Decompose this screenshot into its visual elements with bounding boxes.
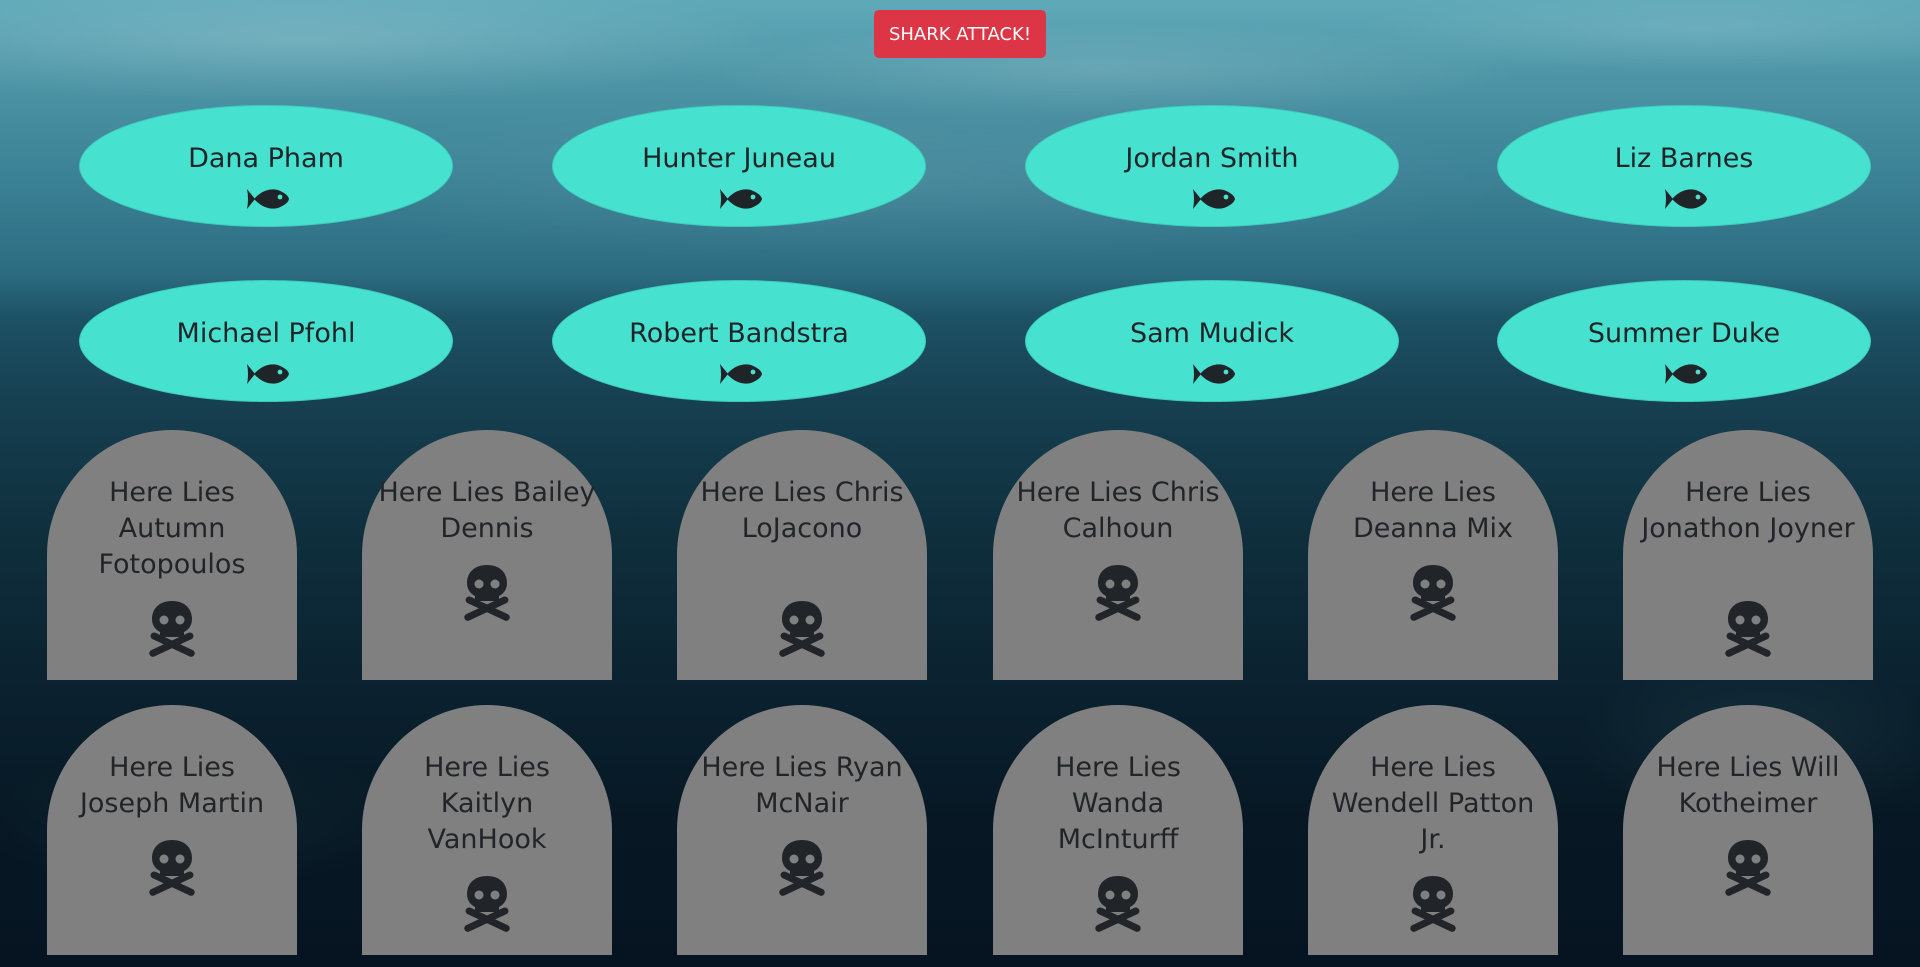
fish-name: Dana Pham	[188, 143, 344, 174]
fish-name: Hunter Juneau	[642, 143, 836, 174]
fish-name: Michael Pfohl	[176, 318, 356, 349]
tombstone: Here Lies Jonathon Joyner	[1623, 430, 1873, 680]
fish-card[interactable]: Summer Duke	[1497, 280, 1871, 402]
fish-name: Robert Bandstra	[629, 318, 849, 349]
fish-icon	[1193, 189, 1235, 209]
fish-name: Jordan Smith	[1125, 143, 1299, 174]
fish-name: Sam Mudick	[1129, 318, 1295, 349]
fish-card[interactable]: Sam Mudick	[1025, 280, 1399, 402]
shark-attack-button[interactable]: SHARK ATTACK!	[874, 10, 1046, 58]
tombstone-epitaph: Here Lies Chris LoJacono	[700, 477, 904, 544]
tombstone-epitaph: Here Lies Jonathon Joyner	[1641, 477, 1855, 544]
tombstone: Here Lies Ryan McNair	[677, 705, 927, 955]
fish-name: Summer Duke	[1587, 318, 1781, 349]
tombstone-epitaph: Here Lies Deanna Mix	[1352, 477, 1514, 544]
tombstone-epitaph: Here Lies Wanda McInturff	[1055, 752, 1181, 855]
skull-crossbones-icon	[779, 840, 825, 896]
tombstone: Here Lies Will Kotheimer	[1623, 705, 1873, 955]
fish-card[interactable]: Hunter Juneau	[552, 105, 926, 227]
skull-crossbones-icon	[1725, 601, 1771, 657]
tombstone: Here Lies Bailey Dennis	[362, 430, 612, 680]
skull-crossbones-icon	[149, 601, 195, 657]
fish-name: Liz Barnes	[1614, 143, 1754, 174]
fish-icon	[247, 364, 289, 384]
tombstone-epitaph: Here Lies Bailey Dennis	[378, 477, 596, 544]
skull-crossbones-icon	[464, 565, 510, 621]
skull-crossbones-icon	[779, 601, 825, 657]
fish-icon	[720, 364, 762, 384]
fish-card[interactable]: Robert Bandstra	[552, 280, 926, 402]
fish-icon	[1193, 364, 1235, 384]
skull-crossbones-icon	[1410, 565, 1456, 621]
tombstone: Here Lies Chris Calhoun	[993, 430, 1243, 680]
tombstone: Here Lies Deanna Mix	[1308, 430, 1558, 680]
skull-crossbones-icon	[464, 876, 510, 932]
fish-icon	[247, 189, 289, 209]
skull-crossbones-icon	[1095, 565, 1141, 621]
tombstone: Here Lies Wendell Patton Jr.	[1308, 705, 1558, 955]
tombstone-epitaph: Here Lies Ryan McNair	[701, 752, 903, 819]
skull-crossbones-icon	[1410, 876, 1456, 932]
tombstone: Here Lies Kaitlyn VanHook	[362, 705, 612, 955]
tombstone: Here Lies Wanda McInturff	[993, 705, 1243, 955]
tombstone: Here Lies Chris LoJacono	[677, 430, 927, 680]
fish-card[interactable]: Liz Barnes	[1497, 105, 1871, 227]
tombstone-epitaph: Here Lies Autumn Fotopoulos	[98, 477, 246, 580]
fish-card[interactable]: Dana Pham	[79, 105, 453, 227]
fish-card[interactable]: Michael Pfohl	[79, 280, 453, 402]
tombstone-epitaph: Here Lies Joseph Martin	[79, 752, 265, 819]
tombstone-epitaph: Here Lies Will Kotheimer	[1656, 752, 1840, 819]
tombstone: Here Lies Joseph Martin	[47, 705, 297, 955]
skull-crossbones-icon	[1095, 876, 1141, 932]
fish-icon	[720, 189, 762, 209]
tombstone-epitaph: Here Lies Kaitlyn VanHook	[424, 752, 550, 855]
skull-crossbones-icon	[1725, 840, 1771, 896]
tombstone-epitaph: Here Lies Wendell Patton Jr.	[1331, 752, 1535, 855]
fish-icon	[1665, 364, 1707, 384]
fish-card[interactable]: Jordan Smith	[1025, 105, 1399, 227]
tombstone-epitaph: Here Lies Chris Calhoun	[1016, 477, 1220, 544]
fish-icon	[1665, 189, 1707, 209]
tombstone: Here Lies Autumn Fotopoulos	[47, 430, 297, 680]
skull-crossbones-icon	[149, 840, 195, 896]
